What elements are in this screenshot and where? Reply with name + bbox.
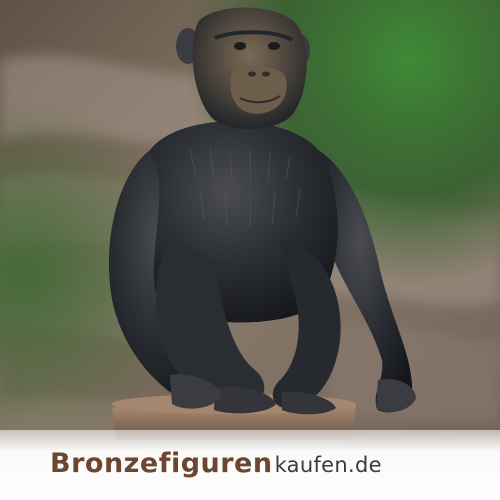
logo-domain-text: kaufen.de	[274, 453, 382, 477]
logo-brand-text: Bronzefiguren	[50, 448, 273, 479]
site-logo: Bronzefigurenkaufen.de	[50, 441, 450, 487]
product-photo: Bronzefigurenkaufen.de	[0, 0, 500, 500]
photo-scene	[0, 0, 500, 500]
